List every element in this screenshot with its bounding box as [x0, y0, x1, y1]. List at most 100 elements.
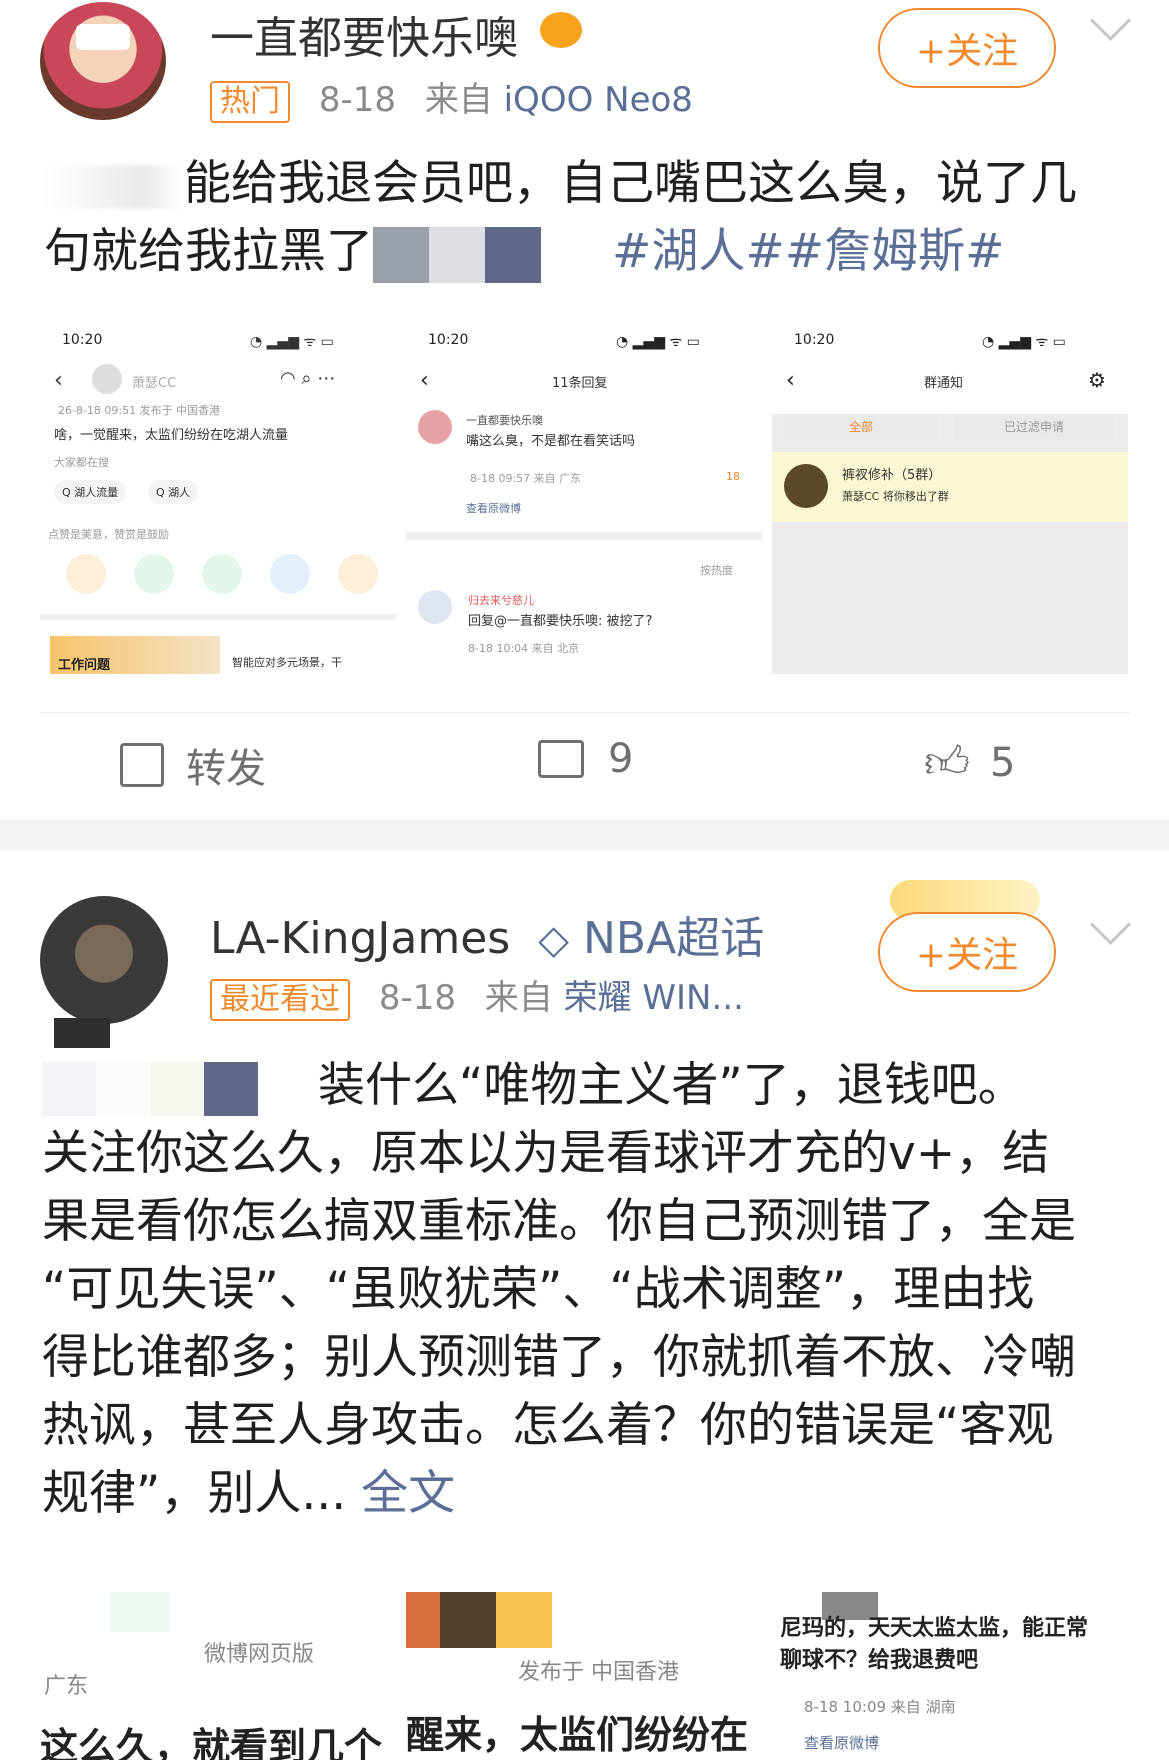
- topic-link[interactable]: NBA超话: [583, 913, 764, 964]
- comment-count: 9: [608, 736, 634, 782]
- avatar: [418, 410, 452, 444]
- page-title: 11条回复: [552, 376, 608, 391]
- ad-text: 智能应对多元场景，干: [232, 656, 342, 669]
- follow-button[interactable]: +关注: [878, 912, 1056, 992]
- from-label: 来自: [484, 978, 553, 1018]
- section-gap: [0, 820, 1169, 850]
- reply-meta: 8-18 09:57 来自 广东: [470, 472, 582, 485]
- mosaic-block: [110, 1592, 170, 1632]
- full-text-link[interactable]: 全文: [361, 1466, 455, 1521]
- reply-text: 嘴这么臭，不是都在看笑话吗: [466, 434, 636, 449]
- tab-filtered: 已过滤申请: [954, 414, 1114, 440]
- sort-label: 按热度: [700, 564, 733, 577]
- topic-icon: ◇: [538, 917, 569, 963]
- source-label: 微博网页版: [204, 1642, 315, 1667]
- back-icon: ‹: [54, 368, 63, 393]
- hashtag-link[interactable]: #湖人##詹姆斯#: [612, 224, 1005, 279]
- snippet-text: 聊球不？给我退费吧: [780, 1648, 979, 1673]
- divider: [406, 532, 762, 540]
- divider: [40, 614, 396, 620]
- mosaic-block: [440, 1592, 496, 1648]
- screenshot-thumbnail[interactable]: 尼玛的，天天太监太监，能正常 聊球不？给我退费吧 8-18 10:09 来自 湖…: [772, 1592, 1128, 1760]
- wechat-icon: [134, 554, 174, 594]
- mosaic-block: [429, 226, 485, 283]
- snippet-text: 醒来，太监们纷纷在: [406, 1713, 749, 1757]
- screenshot-thumbnail[interactable]: 10:20 ◔ ▂▄▆ ᯤ ▭ ‹ 萧瑟CC ◠ ⌕ ⋯ 26-8-18 09:…: [40, 318, 396, 674]
- hot-badge: 热门: [210, 80, 290, 123]
- mosaic-block: [96, 1061, 150, 1116]
- mosaic-block: [42, 1061, 96, 1116]
- profile-name: 萧瑟CC: [132, 376, 177, 391]
- qzone-icon: [338, 554, 378, 594]
- ad-banner: 工作问题: [50, 636, 220, 674]
- mosaic-block: [204, 1061, 258, 1116]
- ad-label: 工作问题: [58, 658, 111, 673]
- comment-icon: [538, 740, 584, 778]
- post-text-line: “可见失误”、“虽败犹荣”、“战术调整”，理由找: [42, 1262, 1035, 1317]
- chevron-down-icon[interactable]: [1089, 903, 1132, 946]
- post-date: 8-18: [318, 80, 396, 120]
- username-text: LA-KingJames: [210, 913, 511, 964]
- mosaic-block: [485, 226, 541, 283]
- status-icons: ◔ ▂▄▆ ᯤ ▭: [616, 334, 700, 350]
- screenshot-thumbnail[interactable]: 微博网页版 广东 这么久，就看到几个: [40, 1592, 396, 1760]
- screenshot-thumbnail[interactable]: 10:20 ◔ ▂▄▆ ᯤ ▭ ‹ 11条回复 一直都要快乐噢 嘴这么臭，不是都…: [406, 318, 762, 674]
- group-avatar: [784, 464, 828, 508]
- post-text-line: 装什么“唯物主义者”了，退钱吧。: [318, 1058, 1025, 1113]
- tab-all: 全部: [784, 414, 938, 440]
- search-chip: Q 湖人流量: [54, 480, 127, 504]
- post-text-line2: 句就给我拉黑了: [44, 224, 373, 279]
- group-name: 裤衩修补（5群）: [842, 468, 942, 483]
- avatar[interactable]: [40, 2, 166, 120]
- notice-text: 萧瑟CC 将你移出了群: [842, 490, 949, 503]
- device-source[interactable]: 荣耀 WIN...: [564, 978, 744, 1018]
- back-icon: ‹: [420, 368, 429, 393]
- reply-meta: 8-18 10:04 来自 北京: [468, 642, 580, 655]
- page-title: 群通知: [924, 376, 964, 391]
- notice-card: 裤衩修补（5群） 萧瑟CC 将你移出了群: [772, 452, 1128, 522]
- avatar[interactable]: [40, 896, 168, 1024]
- search-chip: Q 湖人: [148, 480, 199, 504]
- search-hint: 大家都在搜: [54, 456, 109, 469]
- screenshot-thumbnail[interactable]: 发布于 中国香港 醒来，太监们纷纷在: [406, 1592, 762, 1760]
- like-button[interactable]: 👍︎ 5: [924, 736, 1015, 789]
- mosaic-block: [496, 1592, 552, 1648]
- reply-user: 一直都要快乐噢: [466, 414, 543, 427]
- chevron-down-icon[interactable]: [1089, 0, 1132, 42]
- follow-button[interactable]: +关注: [878, 8, 1056, 88]
- post-body: 能给我退会员吧，自己嘴巴这么臭，说了几 句就给我拉黑了 #湖人##詹姆斯#: [44, 150, 1134, 286]
- reply-user: 归去来兮慈儿: [468, 594, 534, 607]
- redacted-block: [44, 164, 184, 209]
- post-meta: 8-18 10:09 来自 湖南: [804, 1698, 956, 1716]
- username[interactable]: 一直都要快乐噢: [210, 2, 518, 66]
- redacted-block: [54, 1018, 110, 1048]
- snippet-text: 这么久，就看到几个: [40, 1725, 383, 1760]
- vplus-icon: [66, 554, 106, 594]
- post-text-line1: 能给我退会员吧，自己嘴巴这么臭，说了几: [184, 156, 1077, 211]
- screenshot-thumbnail[interactable]: 10:20 ◔ ▂▄▆ ᯤ ▭ ‹ 群通知 ⚙ 全部 已过滤申请 裤衩修补（5群…: [772, 318, 1128, 674]
- hat-emblem: [76, 24, 130, 50]
- post-date: 8-18: [378, 978, 456, 1018]
- from-label: 来自: [424, 80, 493, 120]
- mosaic-block: [150, 1061, 204, 1116]
- post-meta: 发布于 中国香港: [518, 1660, 679, 1685]
- status-time: 10:20: [794, 332, 835, 348]
- status-icons: ◔ ▂▄▆ ᯤ ▭: [982, 334, 1066, 350]
- mosaic-block: [541, 226, 597, 283]
- post-text-line: 果是看你怎么搞双重标准。你自己预测错了，全是: [42, 1194, 1076, 1249]
- recent-badge: 最近看过: [210, 978, 350, 1021]
- like-hint: 点赞是美意，赞赏是鼓励: [48, 528, 169, 541]
- qq-icon: [270, 554, 310, 594]
- back-icon: ‹: [786, 368, 795, 393]
- comment-button[interactable]: 9: [538, 736, 633, 782]
- device-source[interactable]: iQOO Neo8: [504, 80, 693, 120]
- username[interactable]: LA-KingJames ◇ NBA超话: [210, 902, 764, 966]
- avatar: [418, 590, 452, 624]
- repost-button[interactable]: 转发: [120, 736, 266, 794]
- repost-label: 转发: [186, 746, 266, 792]
- view-original-link: 查看原微博: [466, 502, 521, 515]
- mosaic-block: [373, 226, 429, 283]
- divider: [40, 712, 1130, 713]
- like-count: 5: [989, 739, 1016, 786]
- mosaic-block: [406, 1592, 440, 1648]
